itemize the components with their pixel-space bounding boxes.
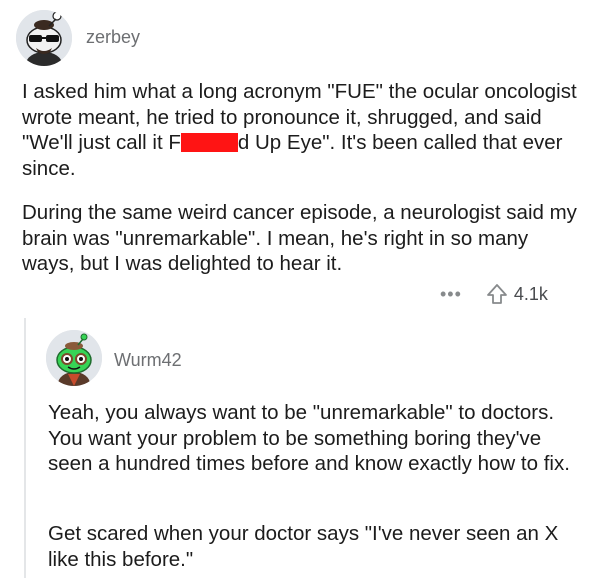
upvote-count: 4.1k <box>513 283 548 304</box>
user-avatar-zerbey[interactable] <box>16 10 72 66</box>
comment-body-paragraph: Get scared when your doctor says "I've n… <box>48 522 559 571</box>
comment-body-paragraph: I asked him what a long acronym "FUE" th… <box>22 79 582 181</box>
comment-actions: ••• 4.1k <box>440 282 548 306</box>
comment-body-paragraph: During the same weird cancer episode, a … <box>22 201 577 275</box>
snoo-avatar-icon <box>46 330 102 386</box>
snoo-avatar-icon <box>16 10 72 66</box>
thread-line[interactable] <box>24 318 26 578</box>
user-avatar-wurm42[interactable] <box>46 330 102 386</box>
comment-username[interactable]: Wurm42 <box>114 350 182 371</box>
redaction-box <box>180 133 238 152</box>
comment-username[interactable]: zerbey <box>86 27 140 48</box>
more-options-button[interactable]: ••• <box>440 285 462 303</box>
comment-body-paragraph: Yeah, you always want to be "unremarkabl… <box>48 401 570 475</box>
upvote-arrow-icon[interactable] <box>486 283 508 305</box>
